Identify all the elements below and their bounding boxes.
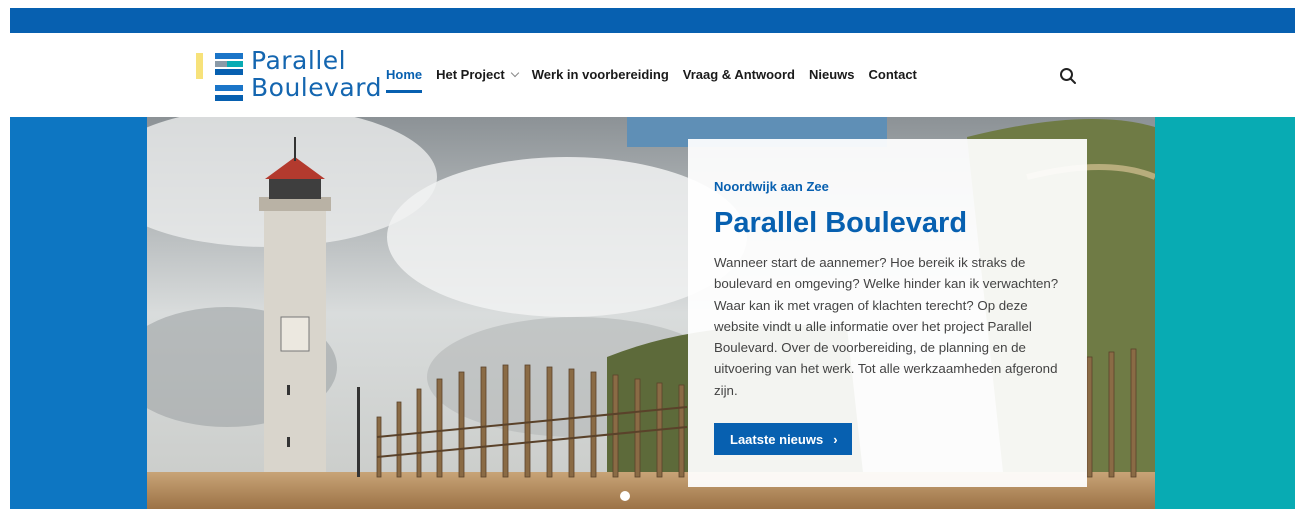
nav-item-contact[interactable]: Contact — [869, 67, 917, 82]
nav-item-het-project[interactable]: Het Project — [436, 67, 520, 82]
nav-item-vraag-antwoord[interactable]: Vraag & Antwoord — [683, 67, 795, 82]
top-accent-bar — [10, 8, 1295, 33]
nav-label-werk: Werk in voorbereiding — [531, 67, 669, 82]
hero-side-panel-right — [1155, 117, 1295, 509]
chevron-right-icon: › — [833, 431, 838, 447]
latest-news-button-label: Laatste nieuws — [730, 431, 824, 447]
search-icon[interactable] — [1059, 67, 1077, 85]
main-nav: Home Het Project Werk in voorbereiding V… — [386, 67, 917, 93]
nav-item-home[interactable]: Home — [386, 67, 423, 93]
site-logo[interactable]: Parallel Boulevard — [196, 46, 381, 105]
logo-text-line1: Parallel — [251, 46, 347, 75]
hero-title: Parallel Boulevard — [714, 207, 968, 239]
latest-news-button[interactable]: Laatste nieuws › — [714, 423, 852, 455]
nav-label-het-project: Het Project — [436, 67, 505, 82]
nav-label-home: Home — [386, 67, 423, 82]
site-header: Parallel Boulevard Home Het Project Werk… — [10, 33, 1295, 117]
logo-text-line2: Boulevard — [251, 73, 382, 102]
hero-kicker: Noordwijk aan Zee — [714, 179, 829, 194]
chevron-down-icon — [510, 68, 520, 77]
logo-mark-icon — [196, 49, 256, 105]
hero-side-panel-left — [10, 117, 147, 509]
nav-label-vraag: Vraag & Antwoord — [682, 67, 795, 82]
hero-card: Noordwijk aan Zee Parallel Boulevard Wan… — [688, 139, 1087, 487]
nav-label-contact: Contact — [868, 67, 917, 82]
nav-label-nieuws: Nieuws — [808, 67, 855, 82]
nav-item-werk-in-voorbereiding[interactable]: Werk in voorbereiding — [532, 67, 669, 82]
nav-item-nieuws[interactable]: Nieuws — [809, 67, 855, 82]
hero-body-text: Wanneer start de aannemer? Hoe bereik ik… — [714, 255, 1059, 398]
slider-dot[interactable] — [620, 491, 630, 501]
